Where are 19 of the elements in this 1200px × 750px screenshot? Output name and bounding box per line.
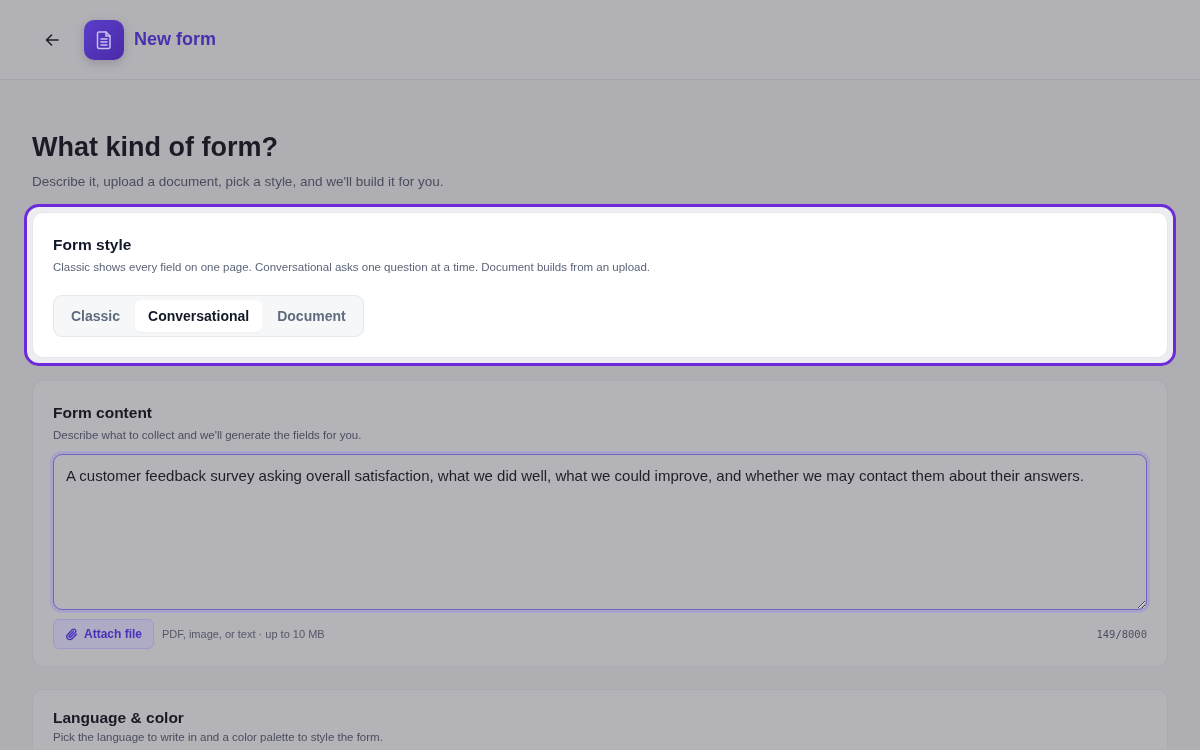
paperclip-icon: [66, 627, 78, 641]
attach-hint: PDF, image, or text · up to 10 MB: [162, 628, 325, 640]
back-arrow-icon: [45, 33, 59, 46]
section-title: Language & color: [53, 708, 185, 728]
section-title: Form content: [53, 403, 154, 423]
page-subtitle: Describe it, upload a document, pick a style, and we'll build it for you.: [32, 173, 445, 191]
description-field[interactable]: A customer feedback survey asking overall satisfaction, what we did well, what we could improve, and whether we may contact them about their answers.: [53, 454, 1147, 610]
character-counter: 149/8000: [1096, 628, 1147, 640]
style-tab[interactable]: Document: [264, 300, 359, 332]
document-logo-icon: [84, 19, 124, 60]
section-description: Describe what to collect and we'll generate the fields for you.: [53, 428, 363, 443]
page-heading: What kind of form?: [32, 131, 279, 164]
section-description: Classic shows every field on one page. Conversational asks one question at a time. Document builds from an upload.: [53, 260, 652, 275]
section-description: Pick the language to write in and a color palette to style the form.: [53, 730, 384, 744]
style-tab[interactable]: Classic: [58, 300, 134, 332]
attach-file-button[interactable]: Attach file: [53, 619, 154, 649]
style-tab[interactable]: Conversational: [135, 300, 263, 332]
page-title: New form: [134, 29, 216, 50]
section-title: Form style: [53, 235, 133, 255]
